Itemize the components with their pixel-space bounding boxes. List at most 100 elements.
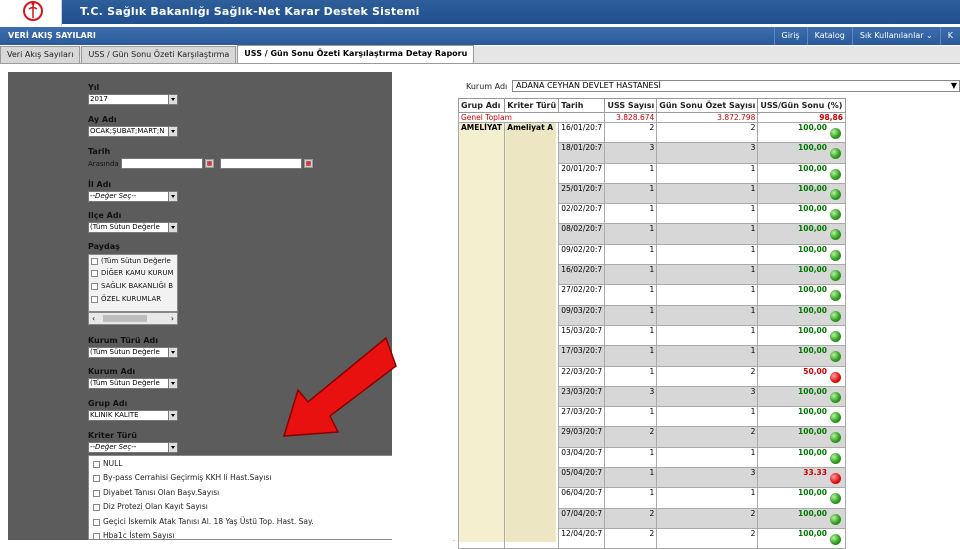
total-row: Genel Toplam 3.828.674 3.872.798 98,86: [459, 113, 846, 123]
date-cell: 23/03/20:7: [559, 386, 605, 406]
gso-cell: 2: [657, 427, 758, 447]
chevron-down-icon[interactable]: [168, 192, 177, 201]
tab-uss-karsilastirma[interactable]: USS / Gün Sonu Özeti Karşılaştırma: [81, 46, 236, 63]
paydas-option[interactable]: (Tüm Sütun Değerle: [91, 257, 171, 265]
uss-cell: 1: [605, 163, 657, 183]
scroll-left-icon[interactable]: ‹: [92, 314, 95, 323]
date-cell: 22/03/20:7: [559, 366, 605, 386]
paydas-option[interactable]: DİĞER KAMU KURUM: [91, 269, 174, 277]
report-kurum-label: Kurum Adı: [466, 82, 507, 91]
paydas-hscrollbar[interactable]: ‹ ›: [88, 312, 178, 325]
pct-value: 100,00: [798, 427, 827, 436]
kriter-option[interactable]: Hba1c İstem Sayısı: [93, 531, 175, 540]
nav-link-favorites[interactable]: Sık Kullanılanlar ⌄: [852, 27, 940, 45]
nav-link-giris[interactable]: Giriş: [774, 27, 807, 45]
paydas-option[interactable]: ÖZEL KURUMLAR: [91, 295, 161, 303]
checkbox[interactable]: [93, 490, 100, 497]
pct-value: 100,00: [798, 326, 827, 335]
chevron-down-icon[interactable]: [168, 127, 177, 136]
kriter-option[interactable]: Geçici İskemik Atak Tanısı Al. 18 Yaş Üs…: [93, 517, 314, 526]
chevron-down-icon[interactable]: [168, 411, 177, 420]
chevron-down-icon[interactable]: [168, 379, 177, 388]
yil-select[interactable]: 2017: [88, 94, 178, 105]
scroll-right-icon[interactable]: ›: [171, 314, 174, 323]
status-green-icon: [830, 209, 841, 220]
pct-value: 100,00: [798, 346, 827, 355]
status-green-icon: [830, 453, 841, 464]
nav-link-katalog[interactable]: Katalog: [807, 27, 852, 45]
tarih-end-input[interactable]: [220, 158, 302, 169]
section-title: VERİ AKIŞ SAYILARI: [8, 31, 96, 40]
paydas-listbox[interactable]: (Tüm Sütun Değerle DİĞER KAMU KURUM SAĞL…: [88, 254, 178, 312]
table-header-row: Grup Adı Kriter Türü Tarih USS Sayısı Gü…: [459, 99, 846, 113]
checkbox[interactable]: [91, 258, 98, 265]
pct-cell: 100,00: [758, 305, 846, 325]
kriter-option[interactable]: NULL: [93, 459, 122, 468]
checkbox[interactable]: [93, 504, 100, 511]
scroll-thumb[interactable]: [103, 315, 147, 322]
col-header-uss[interactable]: USS Sayısı: [605, 99, 657, 113]
col-header-kriter[interactable]: Kriter Türü: [505, 99, 559, 113]
status-green-icon: [830, 148, 841, 159]
kriter-option[interactable]: Diyabet Tanısı Olan Başv.Sayısı: [93, 488, 219, 497]
gso-cell: 2: [657, 508, 758, 528]
pct-value: 100,00: [798, 387, 827, 396]
kurum-turu-value: (Tüm Sütun Değerle: [90, 348, 160, 356]
nav-link-k[interactable]: K: [940, 27, 960, 45]
report-kurum-select[interactable]: ADANA CEYHAN DEVLET HASTANESİ▼: [512, 80, 960, 92]
pct-cell: 100,00: [758, 224, 846, 244]
checkbox[interactable]: [91, 283, 98, 290]
kriter-option[interactable]: By-pass Cerrahisi Geçirmiş KKH li Hast.S…: [93, 473, 271, 482]
gso-cell: 1: [657, 183, 758, 203]
chevron-down-icon[interactable]: [168, 95, 177, 104]
kriter-cell: Ameliyat A: [505, 123, 559, 549]
chevron-down-icon[interactable]: ▼: [951, 81, 957, 91]
il-select[interactable]: --Değer Seç--: [88, 191, 178, 202]
kurum-select[interactable]: (Tüm Sütun Değerle: [88, 378, 178, 389]
ay-select[interactable]: OCAK;ŞUBAT;MART;N: [88, 126, 178, 137]
col-header-pct[interactable]: USS/Gün Sonu (%): [758, 99, 846, 113]
col-header-grup[interactable]: Grup Adı: [459, 99, 505, 113]
checkbox[interactable]: [93, 475, 100, 482]
date-cell: 09/02/20:7: [559, 244, 605, 264]
checkbox[interactable]: [91, 296, 98, 303]
gso-cell: 1: [657, 265, 758, 285]
chevron-down-icon[interactable]: [168, 443, 177, 452]
chevron-down-icon[interactable]: [168, 348, 177, 357]
date-cell: 07/04/20:7: [559, 508, 605, 528]
gso-cell: 1: [657, 305, 758, 325]
chevron-down-icon[interactable]: [168, 223, 177, 232]
date-cell: 25/01/20:7: [559, 183, 605, 203]
total-gso: 3.872.798: [657, 113, 758, 123]
kurum-value: (Tüm Sütun Değerle: [90, 379, 160, 387]
col-header-gso[interactable]: Gün Sonu Özet Sayısı: [657, 99, 758, 113]
checkbox[interactable]: [93, 461, 100, 468]
tab-veri-akis[interactable]: Veri Akış Sayıları: [0, 46, 80, 63]
kriter-select[interactable]: --Değer Seç--: [88, 442, 178, 453]
date-cell: 16/01/20:7: [559, 123, 605, 143]
ilce-value: (Tüm Sütun Değerle: [90, 223, 160, 231]
checkbox[interactable]: [93, 533, 100, 540]
grup-select[interactable]: KLİNİK KALİTE: [88, 410, 178, 421]
uss-cell: 1: [605, 244, 657, 264]
pct-value: 100,00: [798, 184, 827, 193]
paydas-option[interactable]: SAĞLIK BAKANLIĞI B: [91, 282, 173, 290]
tab-uss-detay-raporu[interactable]: USS / Gün Sonu Özeti Karşılaştırma Detay…: [237, 45, 474, 63]
calendar-icon[interactable]: ▦: [205, 159, 214, 168]
kurum-turu-select[interactable]: (Tüm Sütun Değerle: [88, 347, 178, 358]
grup-value: KLİNİK KALİTE: [90, 411, 139, 419]
uss-cell: 1: [605, 325, 657, 345]
gso-cell: 1: [657, 346, 758, 366]
col-header-tarih[interactable]: Tarih: [559, 99, 605, 113]
date-cell: 09/03/20:7: [559, 305, 605, 325]
checkbox[interactable]: [91, 270, 98, 277]
tarih-start-input[interactable]: [121, 158, 203, 169]
checkbox[interactable]: [93, 519, 100, 526]
kriter-option[interactable]: Diz Protezi Olan Kayıt Sayısı: [93, 502, 208, 511]
status-green-icon: [830, 311, 841, 322]
ilce-select[interactable]: (Tüm Sütun Değerle: [88, 222, 178, 233]
pct-cell: 100,00: [758, 407, 846, 427]
pct-value: 100,00: [798, 224, 827, 233]
status-green-icon: [830, 534, 841, 545]
calendar-icon[interactable]: ▦: [304, 159, 313, 168]
